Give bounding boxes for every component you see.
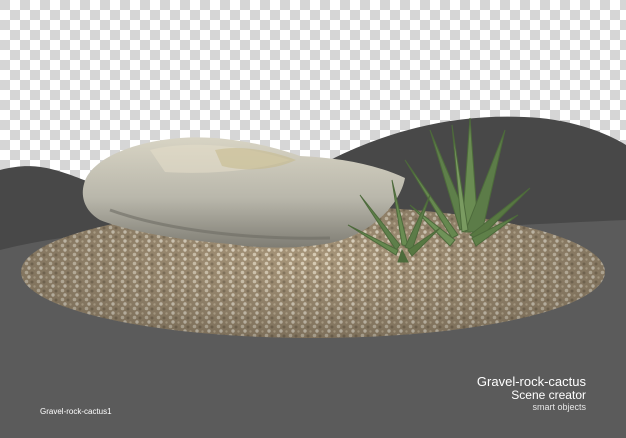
- caption-note: smart objects: [532, 402, 586, 412]
- file-label: Gravel-rock-cactus1: [40, 407, 112, 416]
- scene-illustration: [0, 0, 626, 438]
- caption-title: Gravel-rock-cactus: [476, 374, 586, 389]
- caption-subtitle: Scene creator: [511, 388, 586, 402]
- caption-block: Gravel-rock-cactus Scene creator smart o…: [477, 374, 586, 413]
